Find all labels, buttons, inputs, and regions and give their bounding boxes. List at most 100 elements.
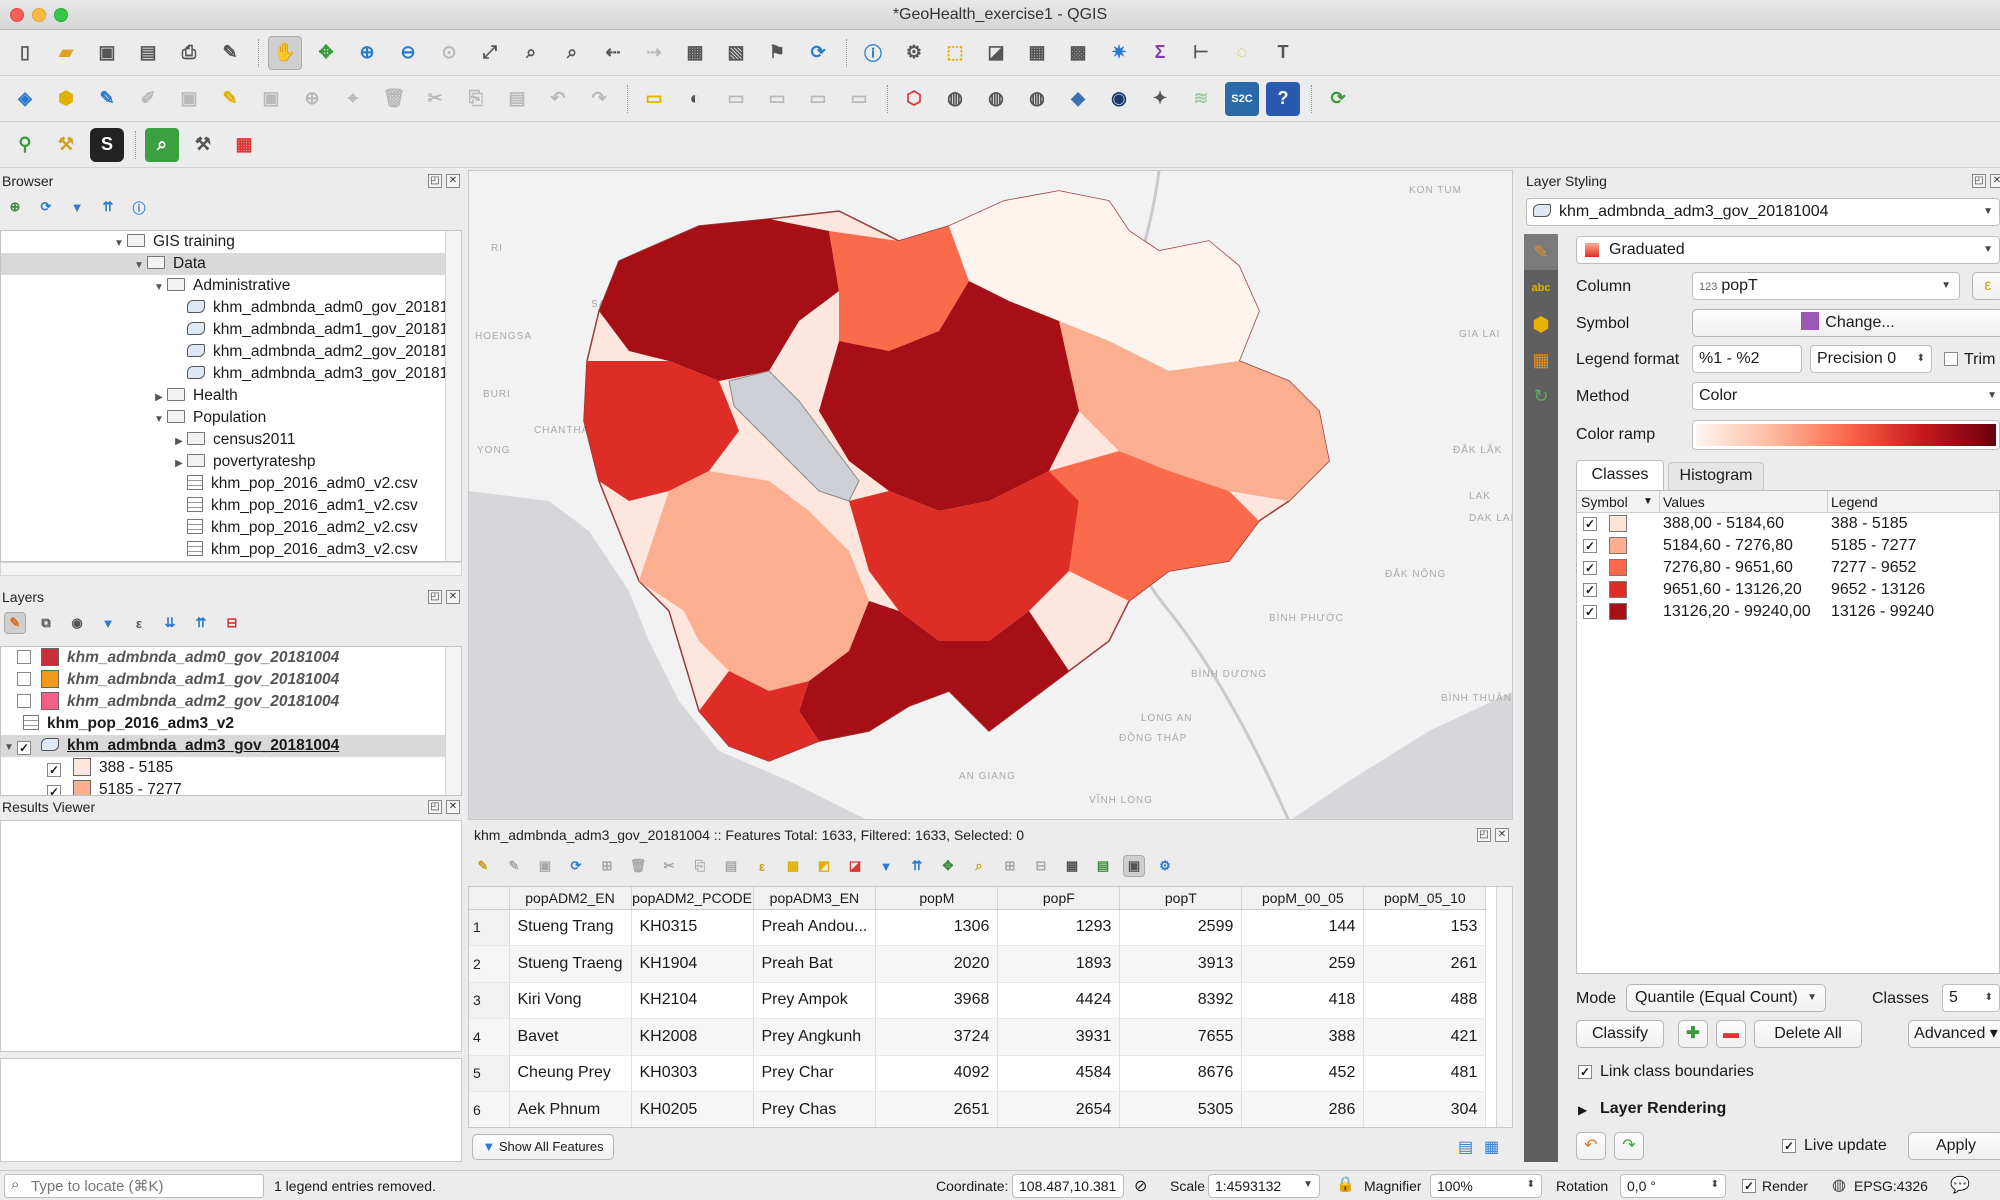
zoom-in-icon[interactable]: ⊕: [350, 36, 384, 70]
render-checkbox[interactable]: ✓: [1742, 1179, 1756, 1193]
invert-selection-icon[interactable]: ◩: [813, 855, 835, 877]
history-icon[interactable]: ↻: [1524, 378, 1558, 414]
delete-field-icon[interactable]: ⊟: [1030, 855, 1052, 877]
label-move-icon[interactable]: ▭: [760, 82, 794, 116]
paste-icon[interactable]: ▤: [720, 855, 742, 877]
layers-scrollbar[interactable]: [445, 647, 461, 795]
minimize-window-button[interactable]: [32, 8, 46, 22]
results-details[interactable]: [0, 1058, 462, 1162]
table-cell[interactable]: Preah Andou...: [753, 909, 877, 946]
zoom-native-icon[interactable]: ⊙: [432, 36, 466, 70]
layer-item[interactable]: khm_pop_2016_adm3_v2: [1, 713, 461, 735]
table-cell[interactable]: 481: [1363, 1055, 1487, 1092]
table-cell[interactable]: Stueng Traeng: [509, 945, 632, 983]
column-header[interactable]: popF: [997, 887, 1121, 910]
browser-item[interactable]: ▼ Data: [1, 253, 461, 275]
class-legend[interactable]: 9652 - 13126: [1831, 579, 1925, 601]
zoom-next-icon[interactable]: ⇢: [637, 36, 671, 70]
label-icon[interactable]: ▭: [637, 82, 671, 116]
layer-visibility-checkbox[interactable]: [17, 694, 31, 708]
class-symbol-swatch[interactable]: [1609, 581, 1627, 598]
class-legend[interactable]: 13126 - 99240: [1831, 601, 1934, 623]
open-project-icon[interactable]: ▰: [49, 36, 83, 70]
add-group-icon[interactable]: ⧉: [35, 612, 57, 634]
expand-arrow-icon[interactable]: ▼: [151, 277, 167, 297]
class-values[interactable]: 9651,60 - 13126,20: [1663, 579, 1802, 601]
class-symbol-swatch[interactable]: [1609, 515, 1627, 532]
column-header[interactable]: popT: [1119, 887, 1243, 910]
row-number[interactable]: 4: [469, 1018, 510, 1056]
close-window-button[interactable]: [10, 8, 24, 22]
refresh-icon[interactable]: ⟳: [35, 196, 57, 218]
zoom-full-icon[interactable]: ⤢: [473, 36, 507, 70]
table-cell[interactable]: 488: [1363, 982, 1487, 1019]
table-cell[interactable]: 3913: [1119, 945, 1243, 983]
class-values[interactable]: 7276,80 - 9651,60: [1663, 557, 1793, 579]
expand-arrow-icon[interactable]: ▶: [171, 431, 187, 451]
class-legend[interactable]: 7277 - 9652: [1831, 557, 1916, 579]
table-cell[interactable]: 5305: [1119, 1091, 1243, 1127]
table-row[interactable]: 2 Stueng Traeng KH1904 Preah Bat 2020 1893 391…: [469, 945, 1487, 983]
results-list[interactable]: [0, 820, 462, 1052]
vertex-tool-icon[interactable]: ⌖: [336, 82, 370, 116]
browser-item[interactable]: ▶ census2011: [1, 429, 461, 451]
messages-icon[interactable]: 💬: [1950, 1175, 1970, 1195]
table-cell[interactable]: Prey Angkunh: [753, 1018, 877, 1056]
style-panel-icon[interactable]: ✎: [4, 612, 26, 634]
browser-item[interactable]: khm_pop_2016_adm0_v2.csv: [1, 473, 461, 495]
new-project-icon[interactable]: ▯: [8, 36, 42, 70]
redo-style-icon[interactable]: ↷: [1614, 1132, 1644, 1160]
paste-icon[interactable]: ▤: [500, 82, 534, 116]
table-cell[interactable]: Prey Ampok: [753, 982, 877, 1019]
column-field[interactable]: 123 popT ▼: [1692, 272, 1960, 300]
zoom-window-button[interactable]: [54, 8, 68, 22]
actions-icon[interactable]: ⚙: [897, 36, 931, 70]
current-edits-icon[interactable]: ▣: [172, 82, 206, 116]
class-row[interactable]: ✓ 5184,60 - 7276,80 5185 - 7277: [1577, 535, 1999, 557]
tab-histogram[interactable]: Histogram: [1668, 462, 1764, 490]
delete-icon[interactable]: 🗑: [377, 82, 411, 116]
browser-item[interactable]: ▶ povertyrateshp: [1, 451, 461, 473]
rotation-field[interactable]: 0,0 ° ⬍: [1620, 1174, 1726, 1198]
mode-select[interactable]: Quantile (Equal Count) ▼: [1626, 984, 1826, 1012]
table-cell[interactable]: Prey Chas: [753, 1091, 877, 1127]
float-panel-icon[interactable]: ◰: [428, 800, 442, 814]
browser-hscrollbar[interactable]: [0, 562, 462, 576]
table-cell[interactable]: 418: [1241, 982, 1365, 1019]
table-row[interactable]: 4 Bavet KH2008 Prey Angkunh 3724 3931 7655 388 4…: [469, 1018, 1487, 1056]
map-canvas[interactable]: KON TUMSA KAEOGIA LAICHANTHABURIĐẮK LẮKĐ…: [468, 170, 1513, 820]
multi-edit-icon[interactable]: ✎: [503, 855, 525, 877]
zoom-to-selection-icon[interactable]: ⌕: [514, 36, 548, 70]
table-cell[interactable]: Bavet: [509, 1018, 632, 1056]
processing-toolbox-icon[interactable]: ⚲: [8, 128, 42, 162]
layer-select[interactable]: khm_admbnda_adm3_gov_20181004 ▼: [1526, 198, 2000, 226]
table-cell[interactable]: KH2008: [631, 1018, 754, 1056]
show-all-features-button[interactable]: ▼ Show All Features: [472, 1134, 614, 1160]
class-row[interactable]: ✓ 7276,80 - 9651,60 7277 - 9652: [1577, 557, 1999, 579]
filter-select-icon[interactable]: ▼: [875, 855, 897, 877]
browser-scrollbar[interactable]: [445, 231, 461, 561]
bookmarks-icon[interactable]: ⚑: [760, 36, 794, 70]
table-row[interactable]: 3 Kiri Vong KH2104 Prey Ampok 3968 4424 8392 41…: [469, 982, 1487, 1019]
trim-checkbox[interactable]: [1944, 352, 1958, 366]
layer-item[interactable]: ▼ ✓ khm_admbnda_adm3_gov_20181004: [1, 735, 461, 757]
browser-item[interactable]: ▼ Administrative: [1, 275, 461, 297]
renderer-select[interactable]: Graduated ▼: [1576, 236, 2000, 264]
refresh-icon[interactable]: ⟳: [801, 36, 835, 70]
text-annotation-icon[interactable]: T: [1266, 36, 1300, 70]
table-cell[interactable]: KH0205: [631, 1091, 754, 1127]
browser-tree[interactable]: ▼ GIS training ▼ Data ▼ Administrative khm_adm…: [0, 230, 462, 562]
add-feature-icon[interactable]: ⊕: [295, 82, 329, 116]
browser-item[interactable]: ▶ Health: [1, 385, 461, 407]
locator-search-icon[interactable]: ⌕: [145, 127, 179, 162]
table-cell[interactable]: 1306: [875, 909, 999, 946]
select-all-icon[interactable]: ▦: [782, 855, 804, 877]
layers-tree[interactable]: khm_admbnda_adm0_gov_20181004 khm_admbnda…: [0, 646, 462, 796]
close-panel-icon[interactable]: ✕: [446, 174, 460, 188]
print-layout-icon[interactable]: ⎙: [172, 36, 206, 70]
lock-scale-icon[interactable]: 🔒: [1336, 1175, 1355, 1193]
zoom-to-selected-icon[interactable]: ⌕: [968, 855, 990, 877]
column-header[interactable]: popM_05_10: [1363, 887, 1487, 910]
layer-visibility-checkbox[interactable]: ✓: [17, 741, 31, 755]
link-boundaries-checkbox[interactable]: ✓: [1578, 1065, 1592, 1079]
